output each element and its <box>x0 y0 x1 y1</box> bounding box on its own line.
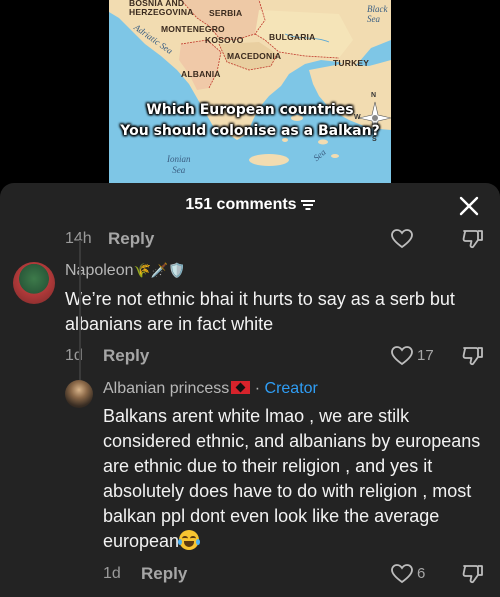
comments-count-title[interactable]: 151 comments <box>0 196 500 214</box>
reply-text-content: Balkans arent white lmao , we are stilk … <box>103 406 481 551</box>
balkan-map-image: BOSNIA AND HERZEGOVINA SERBIA MONTENEGRO… <box>109 0 391 183</box>
avatar[interactable] <box>65 380 93 408</box>
label-serbia: SERBIA <box>209 8 243 18</box>
comment-username[interactable]: Napoleon🌾🗡️🛡️ <box>65 262 186 280</box>
avatar[interactable] <box>13 262 55 304</box>
label-albania: ALBANIA <box>181 69 221 79</box>
map-graphic <box>109 0 391 183</box>
label-turkey: TURKEY <box>333 58 370 68</box>
comments-header: 151 comments <box>0 183 500 227</box>
username-text: Albanian princess <box>103 380 230 397</box>
label-bulgaria: BULGARIA <box>269 32 316 42</box>
like-count: 6 <box>417 565 426 582</box>
heart-icon[interactable] <box>391 564 413 584</box>
separator: · <box>250 380 265 397</box>
label-montenegro: MONTENEGRO <box>161 24 225 34</box>
username-text: Napoleon <box>65 262 134 279</box>
username-emojis: 🌾🗡️🛡️ <box>133 262 186 278</box>
sort-filter-icon[interactable] <box>300 199 315 211</box>
video-player[interactable]: BOSNIA AND HERZEGOVINA SERBIA MONTENEGRO… <box>0 0 500 190</box>
laughing-tears-emoji-icon <box>178 530 201 550</box>
reply-button[interactable]: Reply <box>103 346 149 366</box>
label-bosnia: BOSNIA AND HERZEGOVINA <box>129 0 194 17</box>
creator-badge: Creator <box>264 380 318 397</box>
reply-text: Balkans arent white lmao , we are stilk … <box>103 404 493 554</box>
heart-icon[interactable] <box>391 229 413 249</box>
thread-line <box>79 240 81 400</box>
label-macedonia: MACEDONIA <box>227 51 282 61</box>
comment-text: We’re not ethnic bhai it hurts to say as… <box>65 289 455 334</box>
like-count: 17 <box>417 347 434 364</box>
close-icon[interactable] <box>458 195 480 217</box>
comments-count-label: 151 comments <box>185 196 297 213</box>
label-kosovo: KOSOVO <box>205 35 244 45</box>
dislike-icon[interactable] <box>462 346 484 366</box>
dislike-icon[interactable] <box>462 229 484 249</box>
label-ionian-sea: Ionian Sea <box>167 154 191 175</box>
heart-icon[interactable] <box>391 346 413 366</box>
caption-line-2: You should colonise as a Balkan? <box>120 123 380 139</box>
video-caption: Which European countries You should colo… <box>109 100 391 142</box>
reply-button[interactable]: Reply <box>141 564 187 584</box>
albania-flag-icon <box>231 381 251 394</box>
dislike-icon[interactable] <box>462 564 484 584</box>
label-black-sea: Black Sea <box>367 4 388 24</box>
compass-n-label: N <box>371 92 377 99</box>
prev-comment-reply-button[interactable]: Reply <box>108 229 154 249</box>
reply-username[interactable]: Albanian princess · Creator <box>103 380 318 398</box>
caption-line-1: Which European countries <box>146 102 354 118</box>
reply-time: 1d <box>103 565 121 582</box>
